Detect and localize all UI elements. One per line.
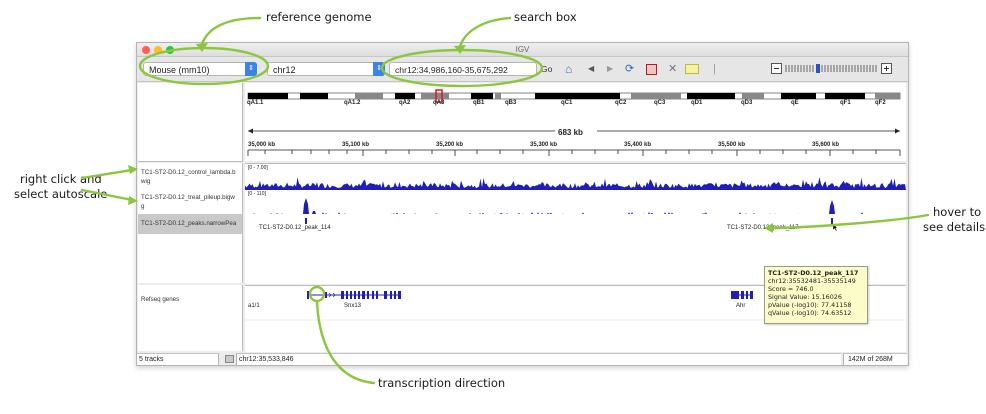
- refresh-icon[interactable]: ⟳: [625, 62, 634, 76]
- home-icon[interactable]: ⌂: [565, 62, 572, 76]
- annotation-reference-genome: reference genome: [266, 10, 372, 24]
- header-name-panel: [138, 83, 243, 162]
- band-label: qE: [791, 100, 799, 106]
- tooltip-signal: Signal Value: 15.16026: [768, 293, 842, 302]
- ruler-tick-label: 35,300 kb: [530, 142, 558, 148]
- peaks-track-name: TC1-ST2-D0.12_peaks.narrowPea: [141, 220, 237, 227]
- tooltip-title: TC1-ST2-D0.12_peak_117: [768, 269, 859, 277]
- treat-track-name-suffix: g: [141, 203, 145, 210]
- genome-callout-line: [200, 16, 262, 46]
- window-title: IGV: [515, 45, 530, 54]
- gene-snx13: [307, 291, 401, 299]
- band-label: qC2: [615, 100, 627, 106]
- control-track-name[interactable]: TC1-ST2-D0.12_control_lambda.b: [141, 168, 236, 177]
- annotation-select-autoscale: select autoscale: [14, 187, 108, 201]
- band-label: qA1.2: [344, 100, 361, 106]
- control-coverage-signal: [245, 177, 906, 190]
- peak-117-feature: [831, 218, 833, 224]
- zoom-slider[interactable]: [771, 62, 901, 76]
- band-label: qF2: [875, 100, 886, 106]
- ruler-tick-label: 35,000 kb: [248, 142, 276, 148]
- band-label: qC1: [561, 100, 573, 106]
- band-label: qA1.1: [247, 100, 264, 106]
- annotation-right-click: right click and: [20, 172, 102, 186]
- toolbar: Mouse (mm10) ⇕ chr12 ⇕ chr12:34,986,160-…: [137, 57, 908, 82]
- treat-data-range: [0 - 110]: [248, 191, 266, 197]
- treat-track-name[interactable]: TC1-ST2-D0.12_treat_pileup.bigw: [141, 193, 235, 202]
- feature-tooltip: TC1-ST2-D0.12_peak_117 chr12:35532481-35…: [764, 266, 868, 324]
- tooltip-pvalue: pValue (-log10): 77.41158: [768, 301, 852, 310]
- refseq-track-name[interactable]: Refseq genes: [141, 295, 179, 304]
- control-track-name-suffix: wig: [141, 178, 151, 185]
- band-label: qA2: [399, 100, 411, 106]
- gene-ahr-label: Ahr: [736, 303, 746, 309]
- tooltip-qvalue: qValue (-log10): 74.63512: [768, 309, 852, 318]
- peak-114-label: TC1-ST2-D0.12_peak_114: [259, 225, 331, 231]
- chromosome-dropdown[interactable]: chr12 ⇕: [267, 62, 385, 76]
- band-label: qB1: [473, 100, 485, 106]
- annotation-transcription-direction: transcription direction: [378, 376, 506, 390]
- gene-partial-label: a1/1: [248, 303, 260, 309]
- treat-pileup-signal: [245, 198, 906, 214]
- popup-text-icon[interactable]: [685, 64, 699, 74]
- toolbar-divider: |: [713, 63, 716, 75]
- gene-ahr: [731, 291, 753, 299]
- annotation-see-details: see details: [923, 220, 986, 234]
- header-panel[interactable]: [245, 83, 906, 161]
- ruler-tick-label: 35,400 kb: [624, 142, 652, 148]
- genome-dropdown[interactable]: Mouse (mm10) ⇕: [143, 62, 257, 76]
- chevron-down-icon: ⇕: [373, 62, 385, 76]
- peak-114-feature: [305, 218, 307, 224]
- band-label: qF1: [840, 100, 851, 106]
- ruler-tick-label: 35,200 kb: [436, 142, 464, 148]
- ruler-tick-label: 35,100 kb: [342, 142, 370, 148]
- band-label: qA3: [433, 100, 445, 106]
- gene-track-name-panel: Refseq genes: [138, 285, 243, 351]
- band-label: qD1: [691, 100, 703, 106]
- memory-usage: 142M of 268M: [843, 353, 907, 365]
- gene-snx13-label: Snx13: [344, 303, 362, 309]
- roi-icon[interactable]: [646, 64, 657, 75]
- annotation-hover-to: hover to: [933, 205, 982, 219]
- forward-icon[interactable]: ▶: [607, 62, 613, 76]
- clear-icon[interactable]: ✕: [668, 62, 677, 76]
- memory-gc-icon[interactable]: [225, 355, 234, 363]
- chromosome-value: chr12: [273, 65, 296, 75]
- mouse-cursor-icon: [832, 223, 839, 232]
- cursor-position: chr12:35,533,846: [236, 353, 841, 365]
- span-label: 683 kb: [558, 128, 583, 137]
- ruler-tick-label: 35,500 kb: [718, 142, 746, 148]
- tooltip-score: Score = 746.0: [768, 285, 814, 294]
- tooltip-location: chr12:35532481-35535149: [768, 277, 856, 286]
- band-label: qB3: [505, 100, 517, 106]
- go-button[interactable]: Go: [541, 62, 552, 76]
- annotation-search-box: search box: [514, 10, 577, 24]
- title-bar: IGV: [137, 43, 908, 57]
- peak-117-label: TC1-ST2-D0.12_peak_117: [727, 225, 799, 231]
- ruler-tick-label: 35,600 kb: [812, 142, 840, 148]
- control-data-range: [0 - 7.00]: [248, 165, 268, 171]
- chevron-down-icon: ⇕: [245, 62, 257, 76]
- back-icon[interactable]: ◀: [588, 62, 594, 76]
- track-count: 5 tracks: [137, 353, 219, 365]
- band-label: qD3: [741, 100, 753, 106]
- data-track-name-panel: TC1-ST2-D0.12_control_lambda.b wig TC1-S…: [138, 163, 243, 283]
- peaks-track-selected[interactable]: TC1-ST2-D0.12_peaks.narrowPea: [138, 214, 242, 234]
- ideogram-and-ruler: [247, 89, 901, 156]
- band-label: qC3: [654, 100, 666, 106]
- genome-value: Mouse (mm10): [149, 65, 210, 75]
- locus-search-input[interactable]: chr12:34,986,160-35,675,292: [389, 62, 537, 76]
